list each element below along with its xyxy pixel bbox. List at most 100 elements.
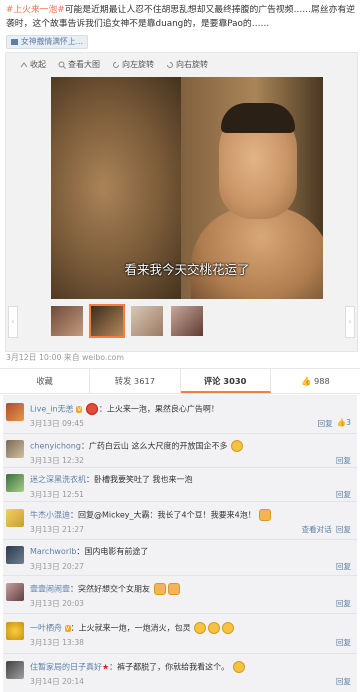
avatar[interactable] xyxy=(6,661,24,679)
comment-item: chenyichong：广药白云山 这么大尺度的开放国企不多 3月13日 12:… xyxy=(3,433,357,468)
avatar[interactable] xyxy=(6,546,24,564)
media-toolbar: 收起 查看大图 向左旋转 向右旋转 xyxy=(20,59,208,70)
main-image[interactable]: 看来我今天交桃花运了 xyxy=(51,77,323,299)
comment-user[interactable]: 迷之深黑洗衣机 xyxy=(30,475,86,484)
reply-button[interactable]: 回复 xyxy=(318,418,333,429)
avatar[interactable] xyxy=(6,583,24,601)
comment-time: 3月13日 21:27 xyxy=(30,525,84,534)
like-count: 988 xyxy=(313,376,330,386)
rotate-left-icon xyxy=(113,61,119,68)
media-viewer: 收起 查看大图 向左旋转 向右旋转 看来我今天交桃花运了 ‹ › xyxy=(5,52,358,352)
weibo-post-page: #上火来一泡#可能是近期最让人忍不住胡思乱想却又最终捧腹的广告视频……屌丝亦有逆… xyxy=(0,0,360,692)
thumb-prev-button[interactable]: ‹ xyxy=(8,306,18,338)
avatar[interactable] xyxy=(6,509,24,527)
like-button[interactable]: 👍3 xyxy=(337,418,351,429)
comment-user[interactable]: 壹壹闹闹壹 xyxy=(30,585,70,594)
comment-time: 3月13日 20:27 xyxy=(30,562,84,571)
action-bar: 收藏 转发 3617 评论 3030 👍 988 xyxy=(0,368,360,394)
avatar[interactable] xyxy=(6,622,24,640)
comment-list: Live_in无恙 V ：上火来一泡，果然良心广告啊！ 3月13日 09:45 … xyxy=(3,395,357,692)
reply-button[interactable]: 回复 xyxy=(336,455,351,466)
avatar[interactable] xyxy=(6,440,24,458)
comment-text: ：突然好想交个女朋友 xyxy=(70,584,150,594)
reply-button[interactable]: 回复 xyxy=(336,561,351,572)
emoji-icon xyxy=(85,403,98,415)
view-large-button[interactable]: 查看大图 xyxy=(58,59,100,70)
post-body: #上火来一泡#可能是近期最让人忍不住胡思乱想却又最终捧腹的广告视频……屌丝亦有逆… xyxy=(6,3,356,31)
comment-time: 3月13日 09:45 xyxy=(30,419,84,428)
video-icon xyxy=(11,39,18,45)
comment-item: 迷之深黑洗衣机：卧槽我要笑吐了 我也来一泡 3月13日 12:51 回复 xyxy=(3,467,357,502)
video-link-label: 女神撒情满怀上... xyxy=(21,37,84,46)
thumb-up-icon: 👍 xyxy=(300,376,312,386)
collapse-button[interactable]: 收起 xyxy=(20,59,46,70)
thumb-next-button[interactable]: › xyxy=(345,306,355,338)
emoji-icon xyxy=(153,583,166,595)
comment-time: 3月14日 20:14 xyxy=(30,677,84,686)
comment-item: 牛杰小混迪：回复@Mickey_大霸：我长了4个豆！我要来4泡！ 3月13日 2… xyxy=(3,501,357,540)
comment-user[interactable]: chenyichong xyxy=(30,442,81,451)
video-link[interactable]: 女神撒情满怀上... xyxy=(6,35,89,49)
comment-item: 住暂家局的日子真好★：裤子都脱了，你就给我看这个。 3月14日 20:14 回复 xyxy=(3,653,357,692)
image-body xyxy=(191,207,323,299)
comment-user[interactable]: Live_in无恙 xyxy=(30,405,74,414)
comment-text: ：上火就来一炮，一炮消火，包灵 xyxy=(70,623,191,633)
comment-tab[interactable]: 评论 3030 xyxy=(180,369,271,393)
comment-like-count: 3 xyxy=(346,418,351,427)
thumbnail-selected[interactable] xyxy=(89,304,125,338)
rotate-right-label: 向右旋转 xyxy=(176,60,208,69)
image-caption: 看来我今天交桃花运了 xyxy=(124,262,250,277)
thumbnail[interactable] xyxy=(131,306,163,336)
rotate-right-button[interactable]: 向右旋转 xyxy=(166,59,208,70)
emoji-icon xyxy=(222,622,235,634)
emoji-icon xyxy=(208,622,221,634)
collapse-icon xyxy=(20,61,28,67)
view-conversation-button[interactable]: 查看对话 xyxy=(301,524,331,535)
reply-button[interactable]: 回复 xyxy=(336,676,351,687)
post-meta: 3月12日 10:00 来自 weibo.com xyxy=(6,353,125,362)
rotate-left-label: 向左旋转 xyxy=(122,60,154,69)
comment-time: 3月13日 12:51 xyxy=(30,490,84,499)
favorite-button[interactable]: 收藏 xyxy=(0,369,91,393)
reply-button[interactable]: 回复 xyxy=(336,489,351,500)
thumbnail[interactable] xyxy=(171,306,203,336)
comment-user[interactable]: 住暂家局的日子真好 xyxy=(30,663,102,672)
comment-text: ：裤子都脱了，你就给我看这个。 xyxy=(109,662,230,672)
reply-button[interactable]: 回复 xyxy=(336,637,351,648)
comment-item: Marchworlb：国内电影有前途了 3月13日 20:27 回复 xyxy=(3,539,357,576)
repost-button[interactable]: 转发 3617 xyxy=(90,369,181,393)
thumbnail-strip xyxy=(51,304,203,338)
comment-text: ：上火来一泡，果然良心广告啊！ xyxy=(98,404,219,414)
emoji-icon xyxy=(259,509,272,521)
hashtag-link[interactable]: #上火来一泡# xyxy=(6,5,65,15)
rotate-right-icon xyxy=(167,61,173,68)
comment-item: 壹壹闹闹壹：突然好想交个女朋友 3月13日 20:03 回复 xyxy=(3,575,357,614)
collapse-label: 收起 xyxy=(30,60,46,69)
magnifier-icon xyxy=(58,61,66,69)
emoji-icon xyxy=(194,622,207,634)
comment-user[interactable]: 一叶栖舟 xyxy=(30,624,62,633)
comment-text: ：卧槽我要笑吐了 我也来一泡 xyxy=(86,475,193,484)
reply-button[interactable]: 回复 xyxy=(336,524,351,535)
emoji-icon xyxy=(232,661,245,673)
avatar[interactable] xyxy=(6,474,24,492)
comment-time: 3月13日 20:03 xyxy=(30,599,84,608)
comment-text: ：广药白云山 这么大尺度的开放国企不多 xyxy=(80,441,228,451)
reply-button[interactable]: 回复 xyxy=(336,598,351,609)
emoji-icon xyxy=(231,440,244,452)
emoji-icon xyxy=(167,583,180,595)
comment-item: 一叶栖舟 V：上火就来一炮，一炮消火，包灵 3月13日 13:38 回复 xyxy=(3,613,357,654)
comment-time: 3月13日 13:38 xyxy=(30,638,84,647)
comment-user[interactable]: Marchworlb xyxy=(30,547,76,556)
image-hair xyxy=(221,103,295,133)
rotate-left-button[interactable]: 向左旋转 xyxy=(112,59,154,70)
comment-time: 3月13日 12:32 xyxy=(30,456,84,465)
comment-text: ：回复@Mickey_大霸：我长了4个豆！我要来4泡！ xyxy=(70,510,256,520)
thumbnail[interactable] xyxy=(51,306,83,336)
avatar[interactable] xyxy=(6,403,24,421)
comment-item: Live_in无恙 V ：上火来一泡，果然良心广告啊！ 3月13日 09:45 … xyxy=(3,395,357,434)
verified-badge: V xyxy=(76,405,83,413)
like-button[interactable]: 👍 988 xyxy=(271,369,360,393)
comment-user[interactable]: 牛杰小混迪 xyxy=(30,511,70,520)
view-large-label: 查看大图 xyxy=(68,60,100,69)
